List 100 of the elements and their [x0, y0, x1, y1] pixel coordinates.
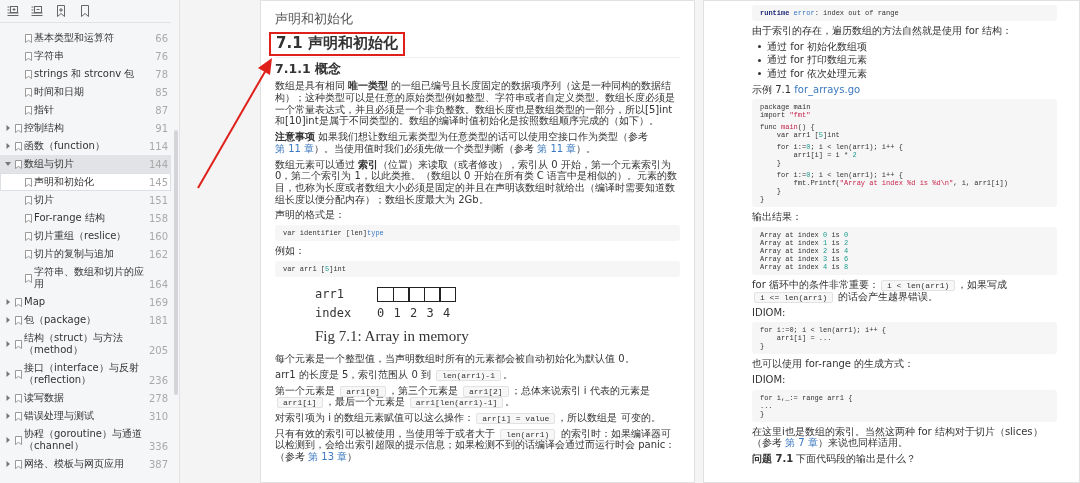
- page-number: 144: [147, 159, 168, 172]
- paragraph: IDIOM:: [752, 306, 787, 319]
- outline-item[interactable]: 接口（interface）与反射（reflection） 236: [0, 359, 171, 389]
- page-number: 278: [147, 393, 168, 406]
- page-number: 160: [147, 231, 168, 244]
- bullet-icon: [758, 72, 761, 76]
- outline-item[interactable]: 字符串、数组和切片的应用 164: [0, 263, 171, 293]
- paragraph: 对索引项为 i 的数组元素赋值可以这么操作： arr[i] = value ，所以数组是 可变的。: [275, 411, 662, 424]
- paragraph: 在这里i也是数组的索引。当然这两种 for 结构对于切片（slices）（参考 第 7 章）来说也同样适用。: [752, 425, 1044, 449]
- paragraph: 输出结果：: [752, 211, 803, 224]
- paragraph: 只有有效的索引可以被使用，当使用等于或者大于 len(arr1) 的索引时：如果编译器可以检测到，会给出索引超限的提示信息；如果检测不到的话编译会通过而运行时会 panic：（参考 第 13 章）: [275, 427, 677, 463]
- link[interactable]: for_arrays.go: [794, 83, 861, 95]
- index-number: 0: [377, 305, 386, 320]
- page-number: 158: [147, 213, 168, 226]
- index-number: 4: [443, 305, 452, 320]
- caret-right-icon[interactable]: [4, 299, 11, 305]
- list-item: 通过 for 依次处理元素: [767, 68, 868, 80]
- page-number: 78: [154, 69, 168, 82]
- outline-item[interactable]: 切片的复制与追加 162: [0, 245, 171, 263]
- index-label: index: [315, 305, 353, 320]
- outline-item[interactable]: 时间和日期 85: [0, 83, 171, 101]
- page-number: 310: [147, 411, 168, 424]
- array-cell: [423, 286, 441, 302]
- paragraph: 数组是具有相同 唯一类型 的一组已编号且长度固定的数据项序列（这是一种同构的数据结构）；这种类型可以是任意的原始类型例如整型、字符串或者自定义类型。数组长度必须是一个常量表达式，并且必须是一个非负整数。数组长度也是数组类型的一部分，所以[5]int和[10]int是属于不同类型的。数组的编译时值初始化是按照数组顺序完成的（如下）。: [275, 80, 676, 128]
- page-number: 162: [147, 249, 168, 262]
- page-number: 91: [154, 123, 168, 136]
- paragraph: 由于索引的存在，遍历数组的方法自然就是使用 for 结构：: [752, 25, 1014, 37]
- caret-right-icon[interactable]: [4, 125, 11, 131]
- link[interactable]: 第 11 章: [275, 142, 315, 154]
- outline-item[interactable]: 函数（function） 114: [0, 137, 171, 155]
- paragraph: arr1 的长度是 5，索引范围从 0 到 len(arr1)-1 。: [275, 368, 514, 381]
- bookmark-icon[interactable]: [79, 5, 91, 17]
- caret-right-icon[interactable]: [4, 437, 11, 443]
- expand-all-icon[interactable]: [7, 5, 19, 17]
- outline-item[interactable]: 协程（goroutine）与通道（channel） 336: [0, 425, 171, 455]
- outline-item[interactable]: 结构（struct）与方法（method） 205: [0, 329, 171, 359]
- caret-right-icon[interactable]: [4, 461, 11, 467]
- page-number: 114: [147, 141, 168, 154]
- page-number: 336: [147, 441, 168, 454]
- index-number: 3: [426, 305, 435, 320]
- outline-item[interactable]: 包（package） 181: [0, 311, 171, 329]
- page-number: 181: [147, 315, 168, 328]
- subsection-heading: 7.1.1 概念: [275, 61, 342, 77]
- page-number: 66: [154, 33, 168, 46]
- caret-right-icon[interactable]: [4, 143, 11, 149]
- outline-item[interactable]: 网络、模板与网页应用 387: [0, 455, 171, 473]
- outline-item[interactable]: Map 169: [0, 293, 171, 311]
- add-bookmark-icon[interactable]: [55, 5, 67, 17]
- outline-item[interactable]: 切片重组（reslice） 160: [0, 227, 171, 245]
- running-header: 声明和初始化: [275, 11, 354, 27]
- page-number: 169: [147, 297, 168, 310]
- page-number: 151: [147, 195, 168, 208]
- page-number: 87: [154, 105, 168, 118]
- outline-item[interactable]: 切片 151: [0, 191, 171, 209]
- outline-item[interactable]: 数组与切片 144: [0, 155, 171, 173]
- page-number: 145: [147, 177, 168, 190]
- bookmark-icon: [14, 459, 22, 469]
- paragraph: for 循环中的条件非常重要： i < len(arr1) ，如果写成 i <= len(arr1) 的话会产生越界错误。: [752, 279, 1009, 303]
- array-cell: [408, 286, 425, 302]
- caret-right-icon[interactable]: [4, 317, 11, 323]
- link[interactable]: 第 13 章: [308, 451, 348, 462]
- caret-right-icon[interactable]: [4, 395, 11, 401]
- array-cell: [392, 286, 410, 302]
- outline-item[interactable]: strings 和 strconv 包 78: [0, 65, 171, 83]
- outline-item[interactable]: For-range 结构 158: [0, 209, 171, 227]
- outline-item[interactable]: 读写数据 278: [0, 389, 171, 407]
- paragraph: 示例 7.1 for_arrays.go: [752, 83, 862, 96]
- outline-item[interactable]: 基本类型和运算符 66: [0, 29, 171, 47]
- array-cell: [377, 286, 394, 302]
- caret-down-icon[interactable]: [4, 161, 11, 167]
- outline-item[interactable]: 指针 87: [0, 101, 171, 119]
- bullet-icon: [758, 45, 761, 49]
- caret-right-icon[interactable]: [4, 413, 11, 419]
- outline-item[interactable]: 错误处理与测试 310: [0, 407, 171, 425]
- array-label: arr1: [315, 287, 345, 302]
- page-number: 164: [147, 279, 168, 292]
- page-number: 387: [147, 459, 168, 472]
- list-item: 通过 for 打印数组元素: [767, 54, 868, 67]
- list-item: 通过 for 初始化数组项: [767, 40, 868, 53]
- outline-item[interactable]: 控制结构 91: [0, 119, 171, 137]
- paragraph: 第一个元素是 arr1[0] ，第三个元素是 arr1[2] ；总体来说索引 i 代表的元素是 arr1[i] ，最后一个元素是 arr1[len(arr1)-1] 。: [275, 384, 651, 408]
- outline-item[interactable]: 字符串 76: [0, 47, 171, 65]
- paragraph: 注意事项 如果我们想让数组元素类型为任意类型的话可以使用空接口作为类型（参考 第 11 章）。当使用值时我们必须先做一个类型判断（参考 第 11 章）。: [275, 131, 650, 155]
- page-number: 85: [154, 87, 168, 100]
- caret-right-icon[interactable]: [4, 371, 11, 377]
- paragraph: 每个元素是一个整型值，当声明数组时所有的元素都会被自动初始化为默认值 0。: [275, 353, 636, 365]
- paragraph: IDIOM:: [752, 373, 787, 386]
- array-cell: [439, 286, 456, 302]
- page-number: 236: [147, 375, 168, 388]
- page-number: 76: [154, 51, 168, 64]
- outline-item[interactable]: 声明和初始化 145: [0, 173, 171, 191]
- bookmark-icon: [14, 339, 22, 349]
- link[interactable]: 第 7 章: [785, 437, 818, 449]
- collapse-all-icon[interactable]: [31, 5, 43, 17]
- figure-caption: Fig 7.1: Array in memory: [315, 327, 470, 346]
- link[interactable]: 第 11 章: [537, 142, 577, 154]
- caret-right-icon[interactable]: [4, 341, 11, 347]
- paragraph: 问题 7.1 下面代码段的输出是什么？: [752, 452, 918, 465]
- bookmark-icon: [14, 369, 22, 379]
- bookmark-icon: [24, 273, 32, 283]
